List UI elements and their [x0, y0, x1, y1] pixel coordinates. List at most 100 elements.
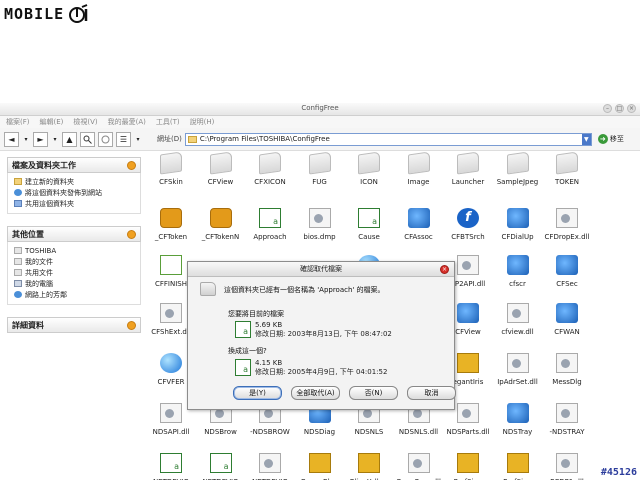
file-item[interactable]: ProfSign [495, 453, 541, 480]
place-my-computer[interactable]: 我的電腦 [14, 278, 136, 289]
expand-icon[interactable] [127, 320, 136, 330]
file-item[interactable]: cfscr [495, 255, 541, 288]
file-name: cfview.dll [501, 328, 534, 336]
file-item[interactable]: ProfSign [445, 453, 491, 480]
file-name: _CFToken [154, 233, 188, 241]
file-item[interactable]: OpenProp.dll [396, 453, 442, 480]
folder-icon [209, 151, 232, 175]
file-item[interactable]: ICON [346, 151, 392, 186]
mobile01-logo: MOBILE [4, 3, 90, 25]
place-my-documents[interactable]: 我的文件 [14, 256, 136, 267]
file-item[interactable]: _CFToken [148, 208, 194, 241]
file-name: _CFTokenN [201, 233, 240, 241]
xls-icon [358, 208, 380, 228]
menu-file[interactable]: 檔案(F) [6, 117, 30, 127]
file-item[interactable]: CFView [198, 151, 244, 186]
task-share-folder[interactable]: 共用這個資料夾 [14, 198, 136, 209]
file-item[interactable]: PCDP1.dll [544, 453, 590, 480]
menu-help[interactable]: 說明(H) [190, 117, 215, 127]
file-item[interactable]: CFAssoc [396, 208, 442, 241]
file-name: CFView [455, 328, 481, 336]
menu-favorites[interactable]: 我的最愛(A) [108, 117, 146, 127]
folders-button[interactable] [98, 131, 113, 147]
address-dropdown-icon[interactable]: ▼ [581, 133, 591, 145]
file-name: CFDialUp [501, 233, 534, 241]
watermark: #45126 [600, 467, 637, 478]
collapse-icon[interactable] [127, 229, 136, 239]
folder-icon [358, 151, 380, 175]
file-item[interactable]: Image [396, 151, 442, 186]
file-name: CFVFER [157, 378, 185, 386]
dialog-close-button[interactable]: × [440, 265, 449, 274]
place-network[interactable]: 網路上的芳鄰 [14, 289, 136, 300]
file-item[interactable]: TOKEN [544, 151, 590, 186]
yes-to-all-button[interactable]: 全部取代(A) [291, 386, 340, 400]
file-name: bios.dmp [303, 233, 336, 241]
file-item[interactable]: _CFTokenN [198, 208, 244, 241]
no-button[interactable]: 否(N) [349, 386, 398, 400]
file-name: Launcher [451, 178, 485, 186]
menu-tools[interactable]: 工具(T) [156, 117, 180, 127]
forward-dropdown-icon[interactable]: ▾ [51, 132, 59, 147]
task-new-folder[interactable]: 建立新的資料夾 [14, 176, 136, 187]
search-button[interactable] [80, 131, 95, 147]
file-item[interactable]: CFSkin [148, 151, 194, 186]
file-item[interactable]: CFXICON [247, 151, 293, 186]
zip-icon [457, 453, 479, 473]
file-item[interactable]: f CFBTSrch [445, 208, 491, 241]
address-input[interactable]: C:\Program Files\TOSHIBA\ConfigFree [200, 135, 579, 143]
file-item[interactable]: OceanBlue [297, 453, 343, 480]
file-name: FP2API.dll [450, 280, 486, 288]
menu-edit[interactable]: 編輯(E) [40, 117, 64, 127]
file-tasks-header[interactable]: 檔案及資料夾工作 [7, 157, 141, 173]
file-item[interactable]: Approach [247, 208, 293, 241]
folder-icon [259, 151, 281, 175]
file-item[interactable]: CFDialUp [495, 208, 541, 241]
collapse-icon[interactable] [127, 160, 136, 170]
file-item[interactable]: FUG [297, 151, 343, 186]
dll-icon [506, 303, 529, 323]
file-item[interactable]: IpAdrSet.dll [495, 353, 541, 386]
file-item[interactable]: OliveYellow [346, 453, 392, 480]
go-button[interactable]: ➜ 移至 [597, 134, 624, 144]
file-item[interactable]: NETDEVIO [198, 453, 244, 480]
views-dropdown-icon[interactable]: ▾ [134, 132, 142, 147]
details-header[interactable]: 詳細資料 [7, 317, 141, 333]
close-window-button[interactable]: × [627, 104, 636, 113]
file-item[interactable]: Launcher [445, 151, 491, 186]
file-item[interactable]: CFDropEx.dll [544, 208, 590, 241]
place-toshiba[interactable]: TOSHIBA [14, 245, 136, 256]
task-label: 共用這個資料夾 [25, 199, 74, 208]
file-item[interactable]: NDSTray [495, 403, 541, 436]
file-item[interactable]: Cause [346, 208, 392, 241]
cancel-button[interactable]: 取消 [407, 386, 456, 400]
maximize-button[interactable]: □ [615, 104, 624, 113]
folder-icon [457, 151, 479, 175]
file-item[interactable]: cfview.dll [495, 303, 541, 336]
minimize-button[interactable]: – [603, 104, 612, 113]
task-publish-web[interactable]: 將這個資料夾發佈到網站 [14, 187, 136, 198]
file-item[interactable]: MessDlg [544, 353, 590, 386]
folders-icon [101, 135, 110, 143]
file-item[interactable]: NETDEVIO [247, 453, 293, 480]
views-button[interactable]: ☰ [116, 131, 131, 147]
other-places-panel: 其他位置 TOSHIBA 我的文件 共用文件 我的電腦 網路上的芳鄰 [7, 226, 141, 305]
file-item[interactable]: NETDEVIO [148, 453, 194, 480]
back-button[interactable]: ◄ [4, 131, 19, 147]
back-dropdown-icon[interactable]: ▾ [22, 132, 30, 147]
file-item[interactable]: CFWAN [544, 303, 590, 336]
other-places-header[interactable]: 其他位置 [7, 226, 141, 242]
file-name: TOKEN [554, 178, 580, 186]
file-item[interactable]: CFSec [544, 255, 590, 288]
menu-view[interactable]: 檢視(V) [73, 117, 97, 127]
yes-button[interactable]: 是(Y) [233, 386, 282, 400]
xls-icon [160, 453, 182, 473]
place-shared-documents[interactable]: 共用文件 [14, 267, 136, 278]
file-item[interactable]: -NDSTRAY [544, 403, 590, 436]
file-name: NDSNLS.dll [398, 428, 439, 436]
up-button[interactable]: ▲ [62, 131, 77, 147]
forward-button[interactable]: ► [33, 131, 48, 147]
address-bar[interactable]: C:\Program Files\TOSHIBA\ConfigFree ▼ [184, 132, 592, 146]
file-item[interactable]: bios.dmp [297, 208, 343, 241]
file-item[interactable]: SampleJpeg [495, 151, 541, 186]
